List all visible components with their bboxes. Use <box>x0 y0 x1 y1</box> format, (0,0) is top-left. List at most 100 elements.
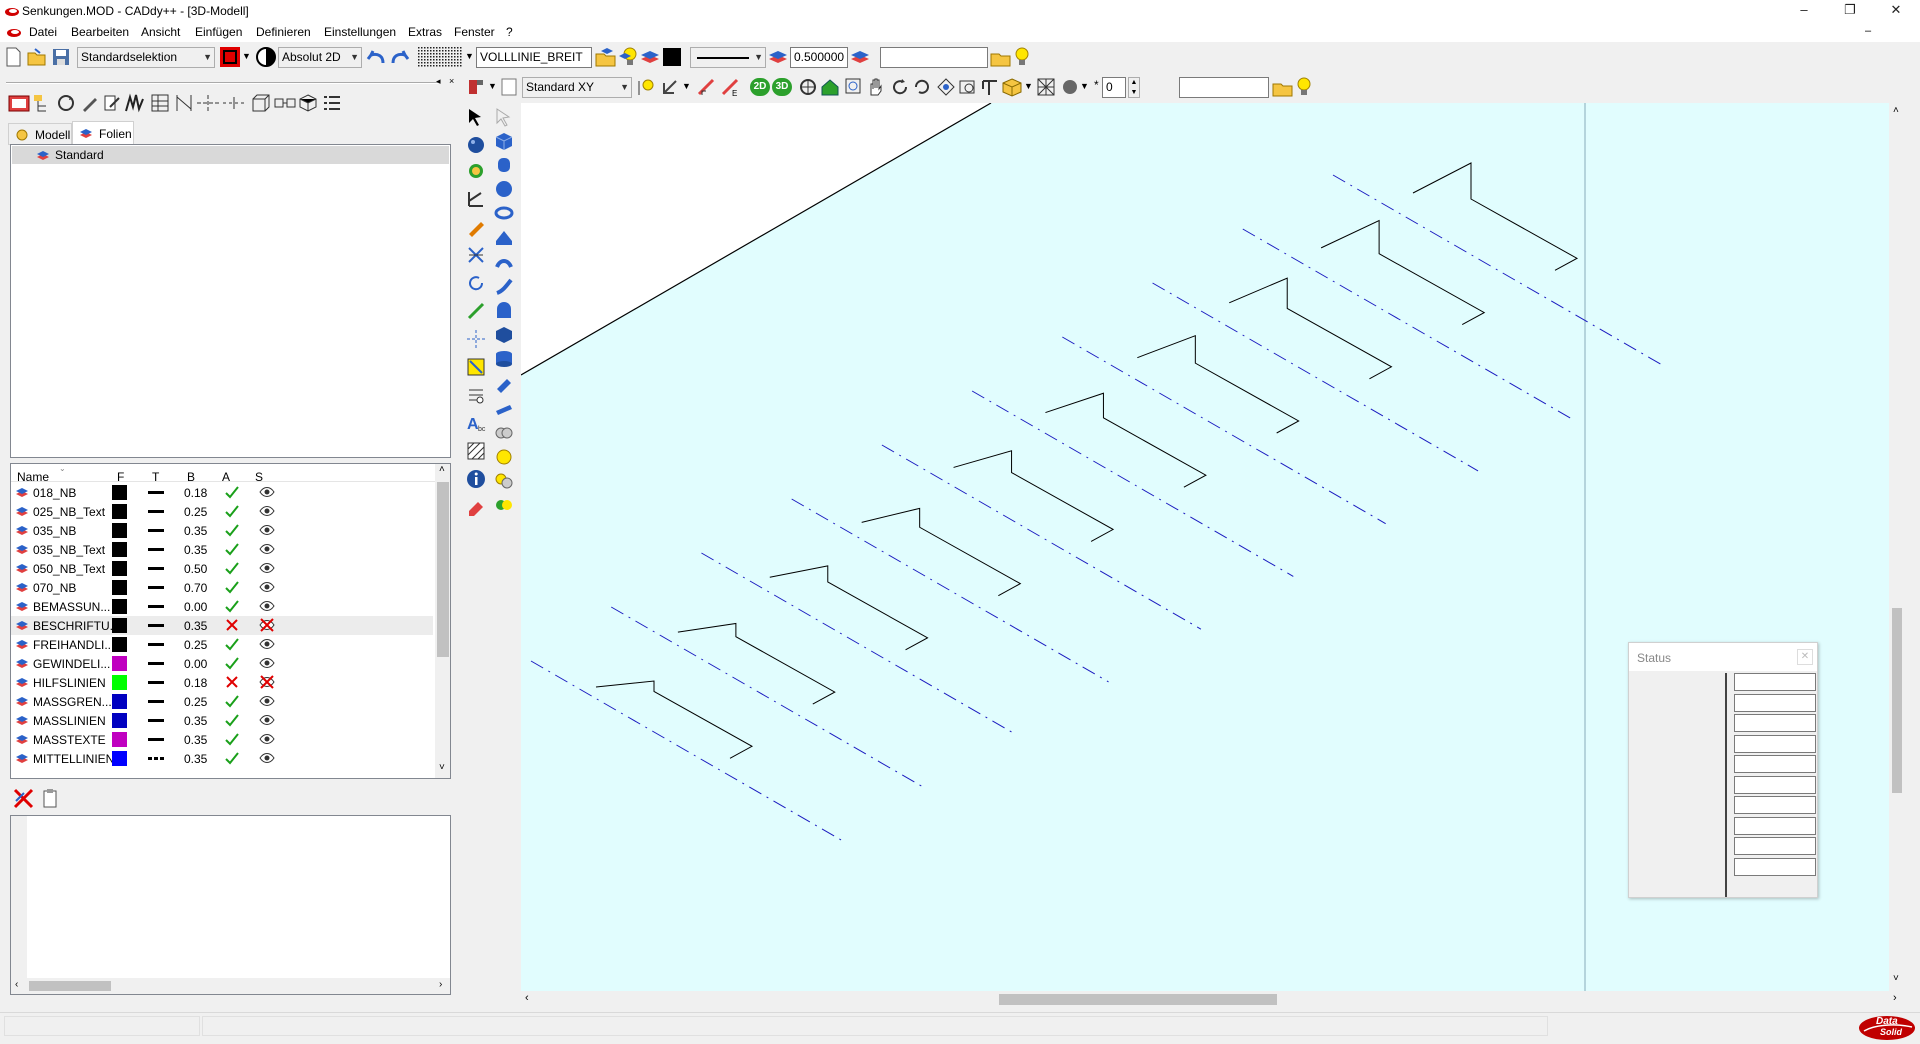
eye-icon[interactable] <box>259 598 275 614</box>
cut-icon[interactable] <box>494 399 514 419</box>
box-solid-icon[interactable] <box>494 131 514 151</box>
cross-icon[interactable] <box>224 673 240 691</box>
layer-row[interactable]: BEMASSUN... 0.00 <box>11 597 433 616</box>
prism-icon[interactable] <box>494 325 514 345</box>
sphere-tool-icon[interactable] <box>466 135 486 155</box>
sphere-icon[interactable] <box>1060 77 1080 97</box>
scroll-thumb[interactable] <box>437 482 449 657</box>
list-icon[interactable] <box>322 93 342 113</box>
layer-line-type[interactable] <box>148 700 164 703</box>
pencil-tool-icon[interactable] <box>466 217 486 237</box>
layer-line-type[interactable] <box>148 719 164 722</box>
layer-row[interactable]: MASSTEXTE 0.35 <box>11 730 433 749</box>
folder-icon[interactable] <box>1272 77 1294 97</box>
crosshair-tool-icon[interactable] <box>466 329 486 349</box>
undo-icon[interactable] <box>365 47 387 67</box>
chevron-down-icon[interactable]: ▼ <box>682 81 691 91</box>
rotate-tool-icon[interactable] <box>466 273 486 293</box>
eye-icon[interactable] <box>259 541 275 557</box>
layer-color-swatch[interactable] <box>112 675 127 690</box>
revolve-icon[interactable] <box>494 301 514 321</box>
edge-icon[interactable]: E <box>720 77 740 97</box>
layer-line-type[interactable] <box>148 548 164 551</box>
layer-folder-icon[interactable] <box>595 47 617 67</box>
layer-line-type[interactable] <box>148 643 164 646</box>
view-3d-button[interactable]: 3D <box>772 78 792 96</box>
layer-line-width[interactable]: 0.35 <box>184 524 207 538</box>
free-input-field[interactable] <box>880 47 988 68</box>
properties-tool-icon[interactable] <box>466 385 486 405</box>
chevron-down-icon[interactable]: ▼ <box>1080 81 1089 91</box>
scroll-left-icon[interactable]: ‹ <box>15 979 18 990</box>
properties-hscrollbar[interactable]: ‹ › <box>11 978 450 994</box>
dashline-icon[interactable] <box>222 93 248 113</box>
selection-color-icon[interactable] <box>219 46 241 68</box>
home-view-icon[interactable] <box>820 77 840 97</box>
view-free-field[interactable] <box>1179 77 1269 98</box>
rotate-icon[interactable] <box>56 93 76 113</box>
layer-row[interactable]: HILFSLINIEN 0.18 <box>11 673 433 692</box>
scroll-right-icon[interactable]: › <box>1893 992 1897 1004</box>
pen-icon[interactable] <box>80 93 100 113</box>
checkmark-icon[interactable] <box>224 711 240 729</box>
eye-icon[interactable] <box>259 560 275 576</box>
layer-line-type[interactable] <box>148 510 164 513</box>
layer-line-width[interactable]: 0.25 <box>184 638 207 652</box>
cross-icon[interactable] <box>224 616 240 634</box>
layer-line-type[interactable] <box>148 491 164 494</box>
canvas-vscrollbar[interactable]: ˄ ˅ <box>1889 103 1905 991</box>
eye-icon[interactable] <box>259 731 275 747</box>
layer-color-swatch[interactable] <box>112 637 127 652</box>
hatch-tool-icon[interactable] <box>466 441 486 461</box>
layer-row[interactable]: MASSGREN... 0.25 <box>11 692 433 711</box>
chain-icon[interactable] <box>274 93 296 113</box>
canvas-hscrollbar[interactable]: ‹ › <box>521 991 1905 1007</box>
scroll-up-icon[interactable]: ˄ <box>1893 105 1899 116</box>
folder-icon[interactable] <box>990 47 1012 67</box>
layer-line-type[interactable] <box>148 567 164 570</box>
line-tool-icon[interactable] <box>466 301 486 321</box>
layer-line-width[interactable]: 0.70 <box>184 581 207 595</box>
layer-line-width[interactable]: 0.35 <box>184 752 207 766</box>
zoom-icon[interactable] <box>958 77 978 97</box>
eye-hidden-icon[interactable] <box>259 674 275 690</box>
checkmark-icon[interactable] <box>224 502 240 520</box>
menu-definieren[interactable]: Definieren <box>256 25 311 39</box>
text-tool-icon[interactable]: Abc <box>466 413 486 433</box>
union-icon[interactable] <box>494 423 514 443</box>
checkmark-icon[interactable] <box>224 692 240 710</box>
color-swatch-icon[interactable] <box>662 47 682 67</box>
layer-row[interactable]: MITTELLINIEN 0.35 <box>11 749 433 768</box>
layer-color-swatch[interactable] <box>112 713 127 728</box>
hscroll-thumb[interactable] <box>999 994 1277 1005</box>
orbit-icon[interactable] <box>798 77 818 97</box>
model-icon[interactable] <box>8 93 30 113</box>
col-b[interactable]: B <box>187 470 195 484</box>
scroll-down-icon[interactable]: ˅ <box>439 762 445 773</box>
tab-modell[interactable]: Modell <box>8 123 72 145</box>
layer-line-type[interactable] <box>148 738 164 741</box>
layer-row[interactable]: FREIHANDLI... 0.25 <box>11 635 433 654</box>
menu-help[interactable]: ? <box>506 25 513 39</box>
layer-line-type[interactable] <box>148 529 164 532</box>
coordinate-mode-select[interactable]: Absolut 2D ▼ <box>278 47 362 68</box>
layer-line-type[interactable] <box>148 605 164 608</box>
view-select[interactable]: Standard XY ▼ <box>522 77 632 98</box>
layer-color-swatch[interactable] <box>112 542 127 557</box>
wedge-icon[interactable] <box>494 227 514 247</box>
line-width-field[interactable]: 0.500000 <box>790 47 848 68</box>
checkmark-icon[interactable] <box>224 559 240 577</box>
save-icon[interactable] <box>51 47 71 67</box>
edit-icon[interactable] <box>102 93 122 113</box>
layer-color-swatch[interactable] <box>112 504 127 519</box>
layer-row[interactable]: BESCHRIFTU... 0.35 <box>11 616 433 635</box>
layer-line-width[interactable]: 0.00 <box>184 600 207 614</box>
checkmark-icon[interactable] <box>224 749 240 767</box>
delete-layer-icon[interactable] <box>12 787 36 809</box>
arrow-tool-icon[interactable] <box>660 77 680 97</box>
layer-color-swatch[interactable] <box>112 523 127 538</box>
cylinder-icon[interactable] <box>494 155 514 175</box>
lightbulb-icon[interactable] <box>1012 46 1032 68</box>
eraser-icon[interactable] <box>466 497 486 517</box>
layer-color-swatch[interactable] <box>112 580 127 595</box>
